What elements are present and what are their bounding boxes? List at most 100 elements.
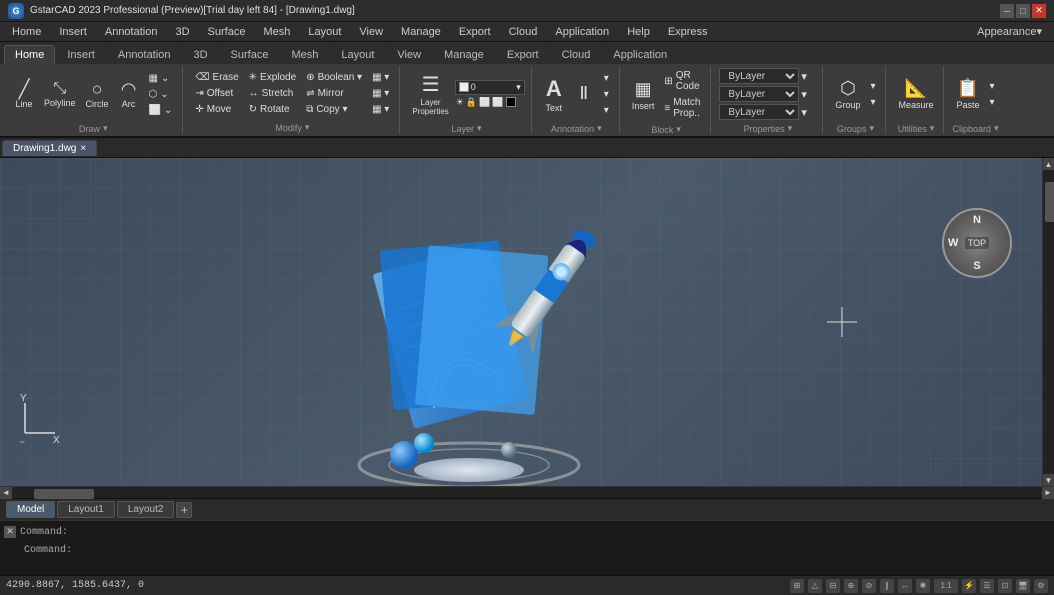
canvas-area[interactable]: Performance Y X ✕ N S W TOP: [0, 158, 1042, 486]
btn-ann1[interactable]: ▾: [600, 71, 613, 86]
btn-qr-code[interactable]: ⊞ QRCode: [660, 68, 704, 94]
select-bylayer2[interactable]: ByLayer: [719, 86, 799, 102]
scroll-up-btn[interactable]: ▲: [1043, 158, 1054, 170]
btn-mod-extra3[interactable]: ▦ ▾: [368, 102, 393, 117]
menu-help[interactable]: Help: [619, 24, 658, 40]
tab-application[interactable]: Application: [602, 45, 678, 64]
status-icon-polar[interactable]: ⊕: [844, 579, 858, 593]
layer-dropdown-icon[interactable]: ▾: [516, 82, 521, 93]
command-input[interactable]: [76, 545, 1050, 556]
maximize-button[interactable]: □: [1016, 4, 1030, 18]
vertical-scrollbar[interactable]: ▲ ▼: [1042, 158, 1054, 486]
tab-layout2[interactable]: Layout2: [117, 501, 175, 518]
menu-insert[interactable]: Insert: [51, 24, 95, 40]
btn-layer-properties[interactable]: ☰ LayerProperties: [408, 68, 452, 120]
cmd-close-1[interactable]: ✕: [4, 526, 16, 538]
status-icon-lightning[interactable]: ⚡: [962, 579, 976, 593]
btn-erase[interactable]: ⌫ Erase: [191, 70, 242, 85]
status-icon-monitor[interactable]: 🖥: [1016, 579, 1030, 593]
utilities-expand-icon[interactable]: ▾: [930, 123, 935, 134]
properties-expand-icon[interactable]: ▾: [788, 123, 793, 134]
btn-draw-extra2[interactable]: ⬡⌄: [145, 87, 177, 102]
layer-expand-icon[interactable]: ▾: [477, 123, 482, 134]
status-icon-scale[interactable]: 1:1: [934, 579, 958, 593]
scroll-left-btn[interactable]: ◄: [0, 487, 12, 499]
btn-draw-extra1[interactable]: ▦⌄: [145, 71, 177, 86]
btn-arc[interactable]: ◠ Arc: [115, 68, 143, 120]
group-groups-label[interactable]: Groups ▾: [829, 122, 881, 135]
btn-annotation-extra[interactable]: Ⅱ: [570, 68, 598, 120]
btn-clipboard2[interactable]: ▾: [986, 95, 999, 110]
tab-layout1[interactable]: Layout1: [57, 501, 115, 518]
status-icon-ucs[interactable]: ✱: [916, 579, 930, 593]
drawing-tab-main[interactable]: Drawing1.dwg ×: [2, 140, 97, 156]
modify-expand-icon[interactable]: ▾: [305, 122, 310, 133]
scroll-thumb-h[interactable]: [34, 489, 94, 499]
btn-insert-block[interactable]: ▦ Insert: [628, 69, 659, 121]
menu-mesh[interactable]: Mesh: [255, 24, 298, 40]
tab-add-button[interactable]: +: [176, 502, 192, 518]
close-button[interactable]: ✕: [1032, 4, 1046, 18]
menu-export[interactable]: Export: [451, 24, 499, 40]
btn-ann3[interactable]: ▾: [600, 103, 613, 118]
tab-layout[interactable]: Layout: [330, 45, 385, 64]
menu-layout[interactable]: Layout: [300, 24, 349, 40]
status-icon-display[interactable]: ⊡: [998, 579, 1012, 593]
tab-view[interactable]: View: [386, 45, 432, 64]
tab-home[interactable]: Home: [4, 45, 55, 64]
menu-3d[interactable]: 3D: [167, 24, 197, 40]
status-icon-ortho[interactable]: ⊟: [826, 579, 840, 593]
scroll-down-btn[interactable]: ▼: [1043, 474, 1054, 486]
draw-expand-icon[interactable]: ▾: [103, 123, 108, 134]
btn-measure[interactable]: 📐 Measure: [894, 68, 937, 120]
btn-mirror[interactable]: ⇌ Mirror: [302, 86, 366, 101]
menu-cloud[interactable]: Cloud: [501, 24, 546, 40]
bylayer3-dropdown-icon[interactable]: ▾: [801, 106, 807, 119]
group-modify-label[interactable]: Modify ▾: [189, 121, 395, 134]
select-bylayer1[interactable]: ByLayer: [719, 68, 799, 84]
btn-boolean[interactable]: ⊕ Boolean ▾: [302, 70, 366, 85]
drawing-tab-close[interactable]: ×: [80, 143, 86, 154]
menu-home[interactable]: Home: [4, 24, 49, 40]
menu-surface[interactable]: Surface: [200, 24, 254, 40]
status-icon-settings[interactable]: ⚙: [1034, 579, 1048, 593]
tab-cloud[interactable]: Cloud: [551, 45, 602, 64]
block-expand-icon[interactable]: ▾: [676, 124, 681, 135]
scroll-thumb-v[interactable]: [1045, 182, 1054, 222]
btn-paste[interactable]: 📋 Paste: [952, 68, 983, 120]
btn-mod-extra2[interactable]: ▦ ▾: [368, 86, 393, 101]
scroll-right-btn[interactable]: ►: [1042, 487, 1054, 499]
clipboard-expand-icon[interactable]: ▾: [994, 123, 999, 134]
horizontal-scrollbar[interactable]: ◄ ►: [0, 486, 1054, 498]
btn-group[interactable]: ⬡ Group: [831, 68, 864, 120]
annotation-expand-icon[interactable]: ▾: [597, 123, 602, 134]
btn-mod-extra1[interactable]: ▦ ▾: [368, 70, 393, 85]
menu-express[interactable]: Express: [660, 24, 716, 40]
status-icon-lineweight[interactable]: ↔: [898, 579, 912, 593]
btn-rotate[interactable]: ↻ Rotate: [245, 102, 301, 117]
title-bar-controls[interactable]: ─ □ ✕: [1000, 4, 1046, 18]
tab-annotation[interactable]: Annotation: [107, 45, 182, 64]
tab-surface[interactable]: Surface: [220, 45, 280, 64]
groups-expand-icon[interactable]: ▾: [869, 123, 874, 134]
select-bylayer3[interactable]: ByLayer: [719, 104, 799, 120]
btn-text[interactable]: A Text: [540, 68, 568, 120]
btn-stretch[interactable]: ↔ Stretch: [245, 86, 301, 101]
btn-groups-extra2[interactable]: ▾: [866, 95, 879, 110]
btn-groups-extra1[interactable]: ▾: [866, 79, 879, 94]
bylayer2-dropdown-icon[interactable]: ▾: [801, 88, 807, 101]
btn-draw-extra3[interactable]: ⬜⌄: [145, 103, 177, 118]
group-layer-label[interactable]: Layer ▾: [406, 122, 526, 135]
tab-insert[interactable]: Insert: [56, 45, 106, 64]
btn-circle[interactable]: ○ Circle: [82, 68, 113, 120]
menu-view[interactable]: View: [351, 24, 391, 40]
btn-move[interactable]: ✛ Move: [191, 102, 242, 117]
tab-mesh[interactable]: Mesh: [280, 45, 329, 64]
group-draw-label[interactable]: Draw ▾: [8, 122, 178, 135]
btn-offset[interactable]: ⇥ Offset: [191, 86, 242, 101]
group-annotation-label[interactable]: Annotation ▾: [538, 122, 615, 135]
btn-polyline[interactable]: ⤡ Polyline: [40, 68, 80, 120]
tab-model[interactable]: Model: [6, 501, 55, 518]
menu-annotation[interactable]: Annotation: [97, 24, 166, 40]
btn-line[interactable]: ╱ Line: [10, 68, 38, 120]
